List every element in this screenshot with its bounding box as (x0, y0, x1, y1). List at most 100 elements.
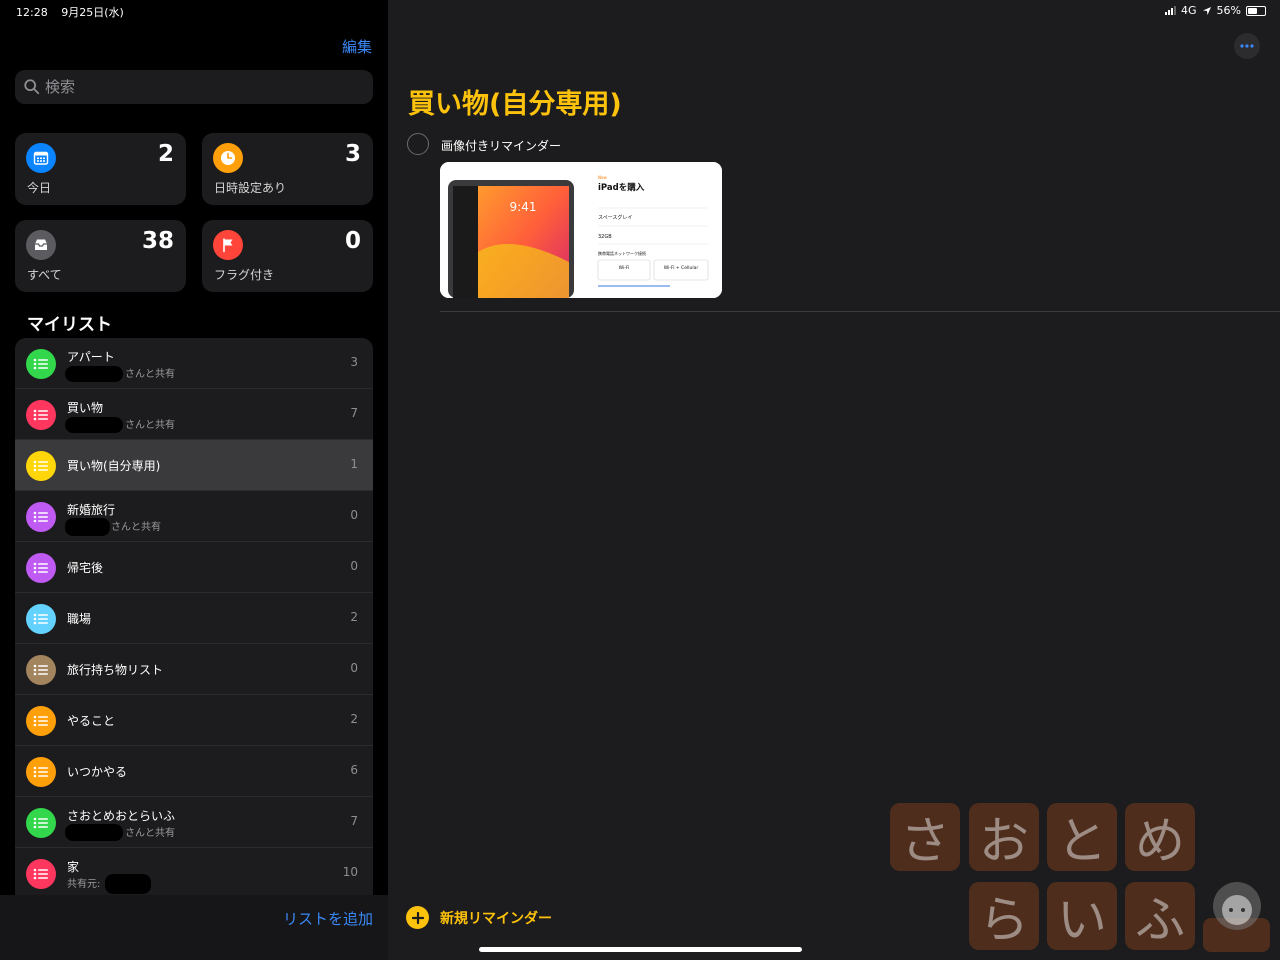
list-count: 10 (342, 865, 358, 879)
sidebar: 12:28 9月25日(水) 編集 2 今日 3 日時設定あり 38 すべて (0, 0, 388, 960)
list-count: 7 (350, 814, 358, 828)
list-name: やること (67, 714, 116, 728)
svg-text:Wi-Fi + Cellular: Wi-Fi + Cellular (664, 265, 699, 271)
list-shared-text: さんと共有 (125, 828, 175, 839)
clock-icon (213, 143, 243, 173)
list-count: 0 (350, 508, 358, 522)
list-name: さおとめおとらいふ (67, 809, 176, 823)
list-bullet-icon (26, 859, 56, 889)
svg-text:iPadを購入: iPadを購入 (598, 182, 645, 193)
list-bullet-icon (26, 706, 56, 736)
new-reminder-label: 新規リマインダー (440, 910, 552, 927)
list-name: 職場 (67, 612, 92, 626)
watermark-tile: と (1047, 803, 1117, 871)
list-item[interactable]: 新婚旅行 さんと共有 0 (15, 491, 373, 542)
watermark-character-icon (1203, 882, 1270, 952)
watermark-tile: め (1125, 803, 1195, 871)
smart-list-count: 3 (344, 141, 361, 167)
list-item[interactable]: いつかやる 6 (15, 746, 373, 797)
my-lists: アパート さんと共有 3 買い物 さんと共有 7 買い物(自分専用) 1 新婚旅… (15, 338, 373, 895)
svg-text:32GB: 32GB (598, 234, 612, 240)
ipad-purchase-page-thumbnail: 9:41 New iPadを購入 スペースグレイ 32GB 携帯電話ネットワーク… (440, 162, 722, 298)
list-shared-text: さんと共有 (111, 522, 161, 533)
list-bullet-icon (26, 655, 56, 685)
search-input[interactable] (45, 78, 345, 96)
reminder-complete-checkbox[interactable] (407, 133, 429, 155)
add-list-button[interactable]: リストを追加 (283, 908, 373, 929)
redaction (105, 874, 151, 894)
list-bullet-icon (26, 757, 56, 787)
redaction (65, 417, 123, 433)
redaction (65, 366, 123, 382)
smart-list-count: 38 (141, 228, 174, 254)
list-bullet-icon (26, 553, 56, 583)
list-item[interactable]: 旅行持ち物リスト 0 (15, 644, 373, 695)
signal-icon (1165, 6, 1177, 15)
home-indicator (479, 947, 802, 952)
list-count: 1 (350, 457, 358, 471)
svg-text:携帯電話ネットワーク接続: 携帯電話ネットワーク接続 (598, 250, 646, 256)
list-shared-text: さんと共有 (125, 420, 175, 431)
location-arrow-icon (1202, 6, 1211, 15)
list-count: 0 (350, 661, 358, 675)
list-bullet-icon (26, 604, 56, 634)
list-item[interactable]: 帰宅後 0 (15, 542, 373, 593)
smart-list-scheduled[interactable]: 3 日時設定あり (202, 133, 373, 205)
status-bar-left: 12:28 9月25日(水) (16, 4, 134, 20)
list-name: 帰宅後 (67, 561, 104, 575)
smart-list-today[interactable]: 2 今日 (15, 133, 186, 205)
list-item[interactable]: アパート さんと共有 3 (15, 338, 373, 389)
my-lists-title: マイリスト (27, 315, 112, 335)
list-item[interactable]: 家 共有元: 10 (15, 848, 373, 895)
list-count: 3 (350, 355, 358, 369)
watermark-tile: い (1047, 882, 1117, 950)
smart-list-count: 0 (344, 228, 361, 254)
watermark-tile: さ (890, 803, 960, 871)
list-bullet-icon (26, 502, 56, 532)
search-bar[interactable] (15, 70, 373, 104)
sidebar-footer: リストを追加 (0, 895, 388, 960)
new-reminder-button[interactable]: 新規リマインダー (406, 906, 552, 929)
list-item-selected[interactable]: 買い物(自分専用) 1 (15, 440, 373, 491)
battery-percent: 56% (1216, 4, 1241, 17)
status-time: 12:28 (16, 6, 48, 19)
edit-button[interactable]: 編集 (342, 36, 372, 57)
reminder-divider (440, 311, 1280, 312)
svg-text:Wi-Fi: Wi-Fi (619, 265, 630, 271)
watermark-tile: ら (969, 882, 1039, 950)
list-count: 6 (350, 763, 358, 777)
flag-icon (213, 230, 243, 260)
list-name: 家 (67, 860, 80, 874)
watermark-tile: ふ (1125, 882, 1195, 950)
smart-list-label: 今日 (27, 181, 52, 195)
battery-icon (1246, 5, 1266, 16)
list-count: 7 (350, 406, 358, 420)
list-count: 2 (350, 610, 358, 624)
svg-text:スペースグレイ: スペースグレイ (598, 214, 632, 221)
smart-list-count: 2 (157, 141, 174, 167)
status-date: 9月25日(水) (61, 6, 124, 19)
plus-icon (406, 906, 429, 929)
list-item[interactable]: 買い物 さんと共有 7 (15, 389, 373, 440)
list-name: 旅行持ち物リスト (67, 663, 164, 677)
tray-icon (26, 230, 56, 260)
more-options-button[interactable] (1234, 33, 1260, 59)
list-name: いつかやる (67, 765, 128, 779)
list-item[interactable]: やること 2 (15, 695, 373, 746)
smart-list-flagged[interactable]: 0 フラグ付き (202, 220, 373, 292)
list-name: アパート (67, 350, 115, 364)
reminder-image-attachment[interactable]: 9:41 New iPadを購入 スペースグレイ 32GB 携帯電話ネットワーク… (440, 162, 722, 298)
redaction (65, 518, 110, 536)
smart-list-label: 日時設定あり (214, 181, 287, 195)
list-bullet-icon (26, 808, 56, 838)
watermark-tile: お (969, 803, 1039, 871)
status-bar-right: 4G 56% (1165, 4, 1266, 17)
network-type: 4G (1181, 4, 1197, 17)
reminder-title[interactable]: 画像付きリマインダー (441, 137, 561, 154)
smart-list-all[interactable]: 38 すべて (15, 220, 186, 292)
list-shared-text: さんと共有 (125, 369, 175, 380)
list-item[interactable]: さおとめおとらいふ さんと共有 7 (15, 797, 373, 848)
list-item[interactable]: 職場 2 (15, 593, 373, 644)
svg-text:New: New (598, 175, 607, 180)
list-bullet-icon (26, 400, 56, 430)
